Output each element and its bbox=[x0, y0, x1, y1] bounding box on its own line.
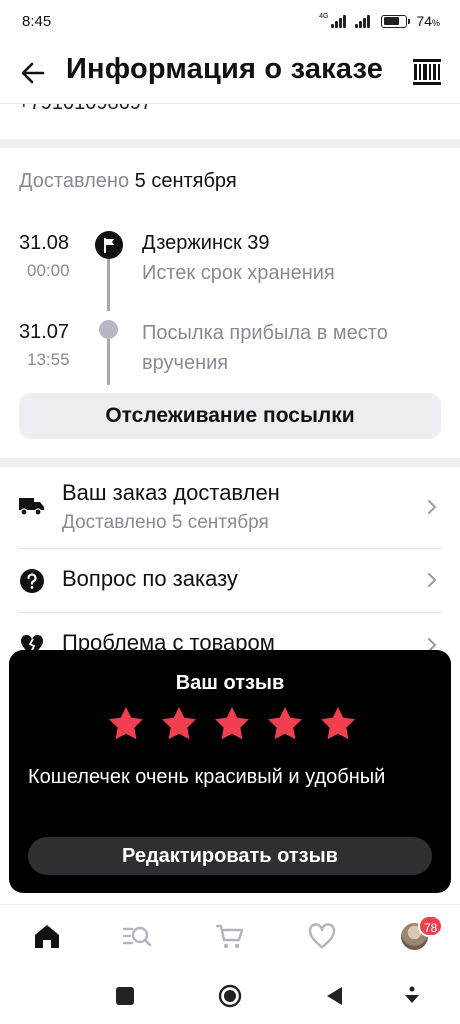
status-time: 8:45 bbox=[22, 13, 52, 30]
timeline-line bbox=[107, 339, 110, 385]
chevron-right-icon bbox=[428, 500, 437, 514]
page-title: Информация о заказе bbox=[66, 53, 384, 85]
battery-icon bbox=[381, 14, 411, 28]
section-divider bbox=[0, 139, 460, 148]
star-rating[interactable] bbox=[108, 706, 356, 740]
delivery-status-heading: Доставлено 5 сентября bbox=[19, 170, 237, 192]
star-icon[interactable] bbox=[161, 706, 197, 740]
dot-icon bbox=[99, 320, 118, 339]
back-triangle-icon[interactable] bbox=[323, 984, 347, 1008]
row-title: Вопрос по заказу bbox=[62, 566, 238, 591]
search-catalog-icon[interactable] bbox=[122, 921, 152, 951]
edit-review-button[interactable]: Редактировать отзыв bbox=[28, 837, 432, 875]
event-subtitle: Истек срок хранения bbox=[142, 262, 335, 284]
section-divider bbox=[0, 458, 460, 467]
barcode-icon[interactable] bbox=[412, 57, 442, 87]
home-circle-icon[interactable] bbox=[218, 984, 242, 1008]
review-card: Ваш отзыв Кошелечек очень красивый и удо… bbox=[9, 650, 451, 893]
network-type: 4G bbox=[319, 13, 329, 20]
cart-icon[interactable] bbox=[215, 921, 245, 951]
star-icon[interactable] bbox=[214, 706, 250, 740]
home-icon[interactable] bbox=[32, 921, 62, 951]
timeline-line bbox=[107, 259, 110, 311]
row-subtitle: Доставлено 5 сентября bbox=[62, 512, 269, 533]
status-bar: 8:45 4G 74% bbox=[0, 0, 460, 44]
question-circle-icon bbox=[20, 569, 44, 593]
heart-icon[interactable] bbox=[307, 921, 337, 951]
signal-icon bbox=[331, 14, 347, 28]
battery-percent: 74% bbox=[416, 13, 440, 29]
notification-badge: 78 bbox=[418, 915, 444, 937]
bottom-navigation: 78 bbox=[0, 904, 460, 968]
signal-icon-2 bbox=[355, 14, 371, 28]
star-icon[interactable] bbox=[267, 706, 303, 740]
star-icon[interactable] bbox=[108, 706, 144, 740]
event-time: 13:55 bbox=[27, 350, 70, 369]
menu-down-icon[interactable] bbox=[400, 984, 424, 1008]
chevron-right-icon bbox=[428, 573, 437, 587]
recents-square-icon[interactable] bbox=[113, 984, 137, 1008]
review-title: Ваш отзыв bbox=[175, 672, 285, 694]
order-question-row[interactable]: Вопрос по заказу bbox=[0, 549, 460, 612]
system-navigation bbox=[0, 968, 460, 1024]
star-icon[interactable] bbox=[320, 706, 356, 740]
flag-icon bbox=[95, 231, 123, 259]
event-subtitle: Посылка прибыла в место вручения bbox=[142, 322, 388, 374]
row-title: Ваш заказ доставлен bbox=[62, 480, 280, 505]
event-time: 00:00 bbox=[27, 261, 70, 280]
event-title: Дзержинск 39 bbox=[142, 232, 270, 254]
event-date: 31.08 bbox=[19, 232, 70, 254]
review-text: Кошелечек очень красивый и удобный bbox=[28, 766, 386, 788]
truck-icon bbox=[19, 498, 44, 516]
status-indicators: 4G 74% bbox=[319, 13, 440, 29]
track-parcel-button[interactable]: Отслеживание посылки bbox=[19, 393, 441, 439]
order-delivered-row[interactable]: Ваш заказ доставлен Доставлено 5 сентябр… bbox=[0, 468, 460, 548]
arrow-left-icon[interactable] bbox=[18, 58, 48, 88]
event-date: 31.07 bbox=[19, 321, 70, 343]
top-app-bar: Информация о заказе bbox=[0, 44, 460, 104]
